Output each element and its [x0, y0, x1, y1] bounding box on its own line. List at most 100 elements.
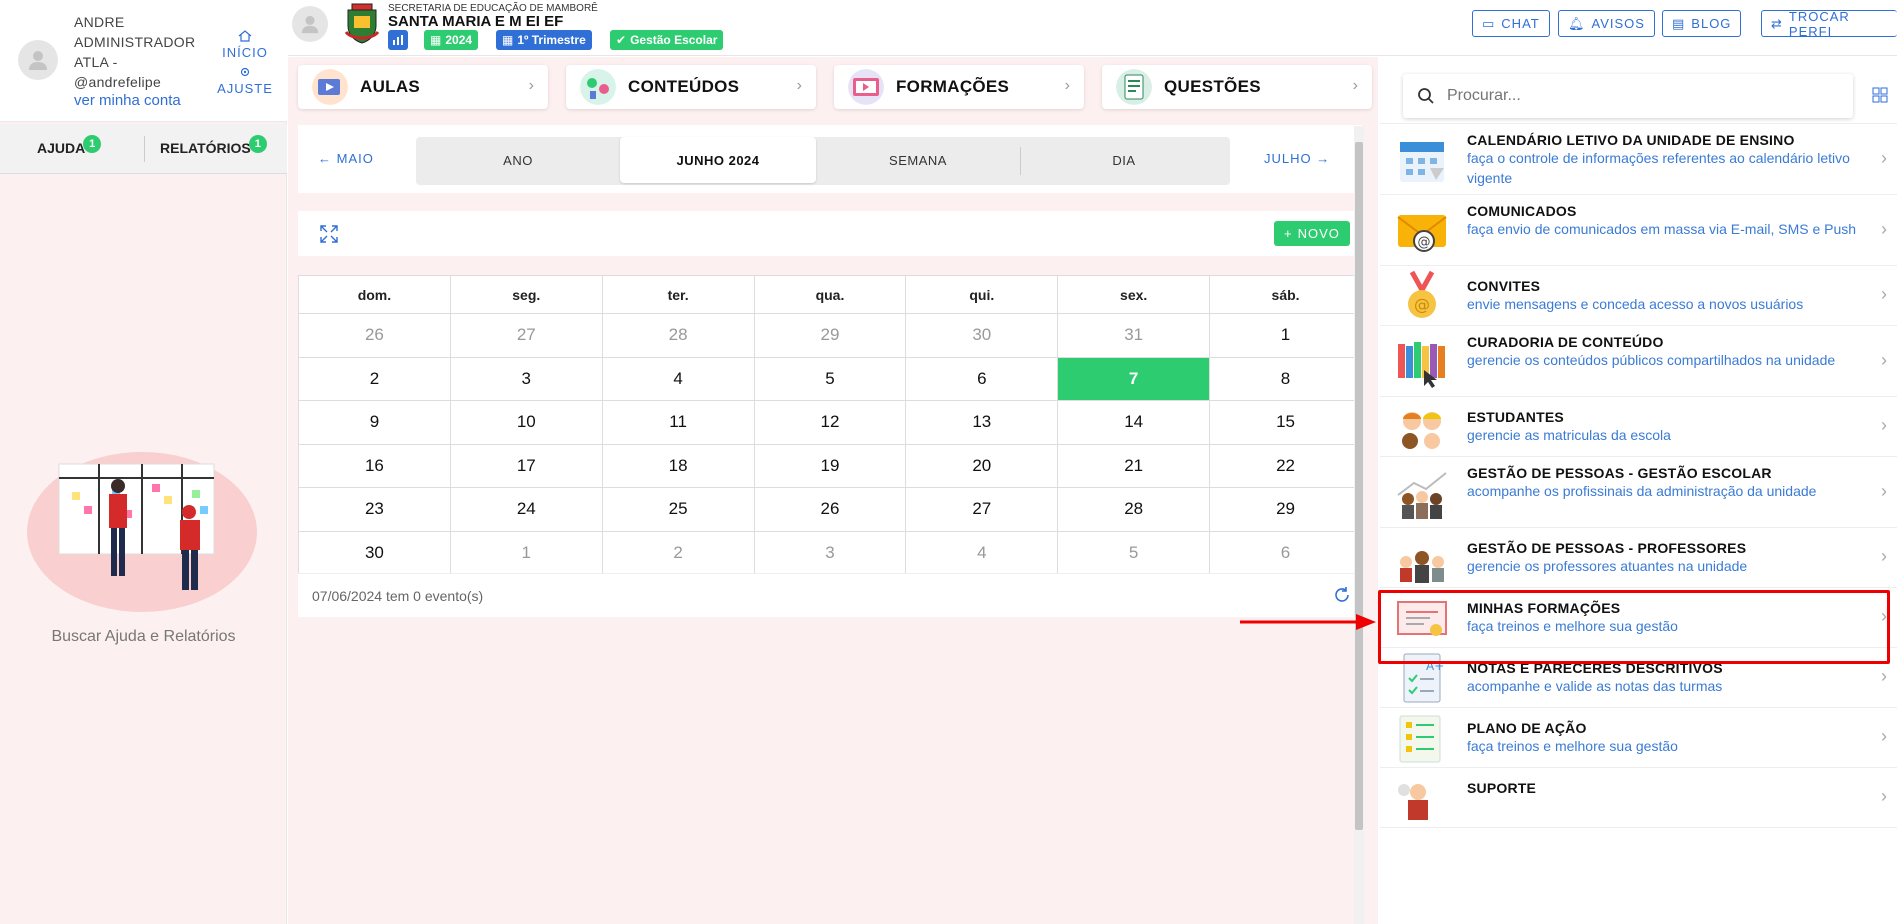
calendar-day[interactable]: 25	[601, 487, 755, 532]
expand-icon[interactable]	[320, 225, 338, 243]
account-link[interactable]: ver minha conta	[74, 92, 181, 109]
calendar-day[interactable]: 27	[905, 487, 1059, 532]
grid-view-icon[interactable]	[1872, 87, 1888, 103]
chevron-right-icon: ›	[1881, 666, 1887, 686]
calendar-day[interactable]: 2	[601, 530, 755, 575]
module-item[interactable]: CURADORIA DE CONTEÚDO gerencie os conteúd…	[1380, 326, 1897, 397]
calendar-day[interactable]: 26	[298, 313, 451, 358]
calendar-day[interactable]: 9	[298, 400, 451, 445]
home-button[interactable]: INÍCIO	[214, 30, 276, 60]
calendar-day[interactable]: 5	[753, 356, 907, 401]
calendar-day[interactable]: 27	[449, 313, 603, 358]
calendar-day[interactable]: 18	[601, 443, 755, 488]
calendar-day[interactable]: 8	[1209, 356, 1362, 401]
module-item[interactable]: @ CONVITES envie mensagens e conceda acess…	[1380, 266, 1897, 326]
school-avatar[interactable]	[292, 6, 328, 42]
chevron-right-icon: ›	[1881, 480, 1887, 501]
calendar-day[interactable]: 15	[1209, 400, 1362, 445]
calendar-day[interactable]: 11	[601, 400, 755, 445]
calendar-day[interactable]: 1	[1209, 313, 1362, 358]
calendar-day[interactable]: 12	[753, 400, 907, 445]
module-item[interactable]: PLANO DE AÇÃO faça treinos e melhore sua …	[1380, 708, 1897, 768]
calendar-day[interactable]: 10	[449, 400, 603, 445]
notices-button[interactable]: 🔔︎ AVISOS	[1558, 10, 1655, 37]
prev-month-button[interactable]: ← MAIO	[318, 151, 374, 166]
year-tag[interactable]: ▦ 2024	[424, 30, 479, 50]
module-item[interactable]: CALENDÁRIO LETIVO DA UNIDADE DE ENSINO fa…	[1380, 124, 1897, 195]
calendar-day[interactable]: 31	[1057, 313, 1211, 358]
term-tag[interactable]: ▦ 1º Trimestre	[496, 30, 592, 50]
module-tag[interactable]: ✔ Gestão Escolar	[610, 30, 724, 50]
calendar-day[interactable]: 22	[1209, 443, 1362, 488]
calendar-day[interactable]: 19	[753, 443, 907, 488]
calendar-day[interactable]: 1	[449, 530, 603, 575]
help-reports-tabs: AJUDA 1 RELATÓRIOS 1	[0, 124, 287, 174]
settings-button[interactable]: AJUSTE	[214, 66, 276, 96]
search-input[interactable]	[1447, 82, 1837, 110]
blog-button[interactable]: ▤ BLOG	[1662, 10, 1742, 37]
user-name-line: ADMINISTRADOR	[74, 34, 196, 50]
category-label: QUESTÕES	[1164, 77, 1261, 96]
calendar-day[interactable]: 4	[905, 530, 1059, 575]
module-title: GESTÃO DE PESSOAS - PROFESSORES	[1467, 540, 1747, 556]
calendar-day[interactable]: 2	[298, 356, 451, 401]
calendar-day[interactable]: 24	[449, 487, 603, 532]
envelope-icon: @	[1397, 214, 1447, 252]
view-semana[interactable]: SEMANA	[820, 137, 1016, 183]
avatar[interactable]	[18, 40, 58, 80]
calendar-day-today[interactable]: 7	[1057, 356, 1211, 401]
calendar-day[interactable]: 17	[449, 443, 603, 488]
stats-tag[interactable]	[388, 30, 408, 50]
checklist-icon	[1399, 715, 1441, 763]
home-label: INÍCIO	[222, 45, 268, 60]
view-mes-active[interactable]: JUNHO 2024	[620, 137, 816, 183]
next-month-button[interactable]: JULHO →	[1264, 151, 1330, 166]
people-chart-icon	[1397, 471, 1447, 519]
category-aulas[interactable]: AULAS ›	[298, 65, 548, 109]
calendar-day[interactable]: 4	[601, 356, 755, 401]
calendar-day[interactable]: 14	[1057, 400, 1211, 445]
module-item[interactable]: ESTUDANTES gerencie as matriculas da esco…	[1380, 397, 1897, 457]
category-conteudos[interactable]: CONTEÚDOS ›	[566, 65, 816, 109]
category-formacoes[interactable]: FORMAÇÕES ›	[834, 65, 1084, 109]
chat-button[interactable]: ▭ CHAT	[1472, 10, 1550, 37]
view-dia[interactable]: DIA	[1022, 137, 1226, 183]
view-ano[interactable]: ANO	[420, 137, 616, 183]
calendar-day[interactable]: 3	[753, 530, 907, 575]
module-item[interactable]: GESTÃO DE PESSOAS - PROFESSORES gerencie …	[1380, 528, 1897, 588]
svg-text:@: @	[1418, 235, 1431, 250]
calendar-day[interactable]: 21	[1057, 443, 1211, 488]
tab-ajuda[interactable]: AJUDA 1	[37, 135, 102, 159]
scrollbar-thumb[interactable]	[1355, 142, 1363, 830]
calendar-day[interactable]: 16	[298, 443, 451, 488]
weekday-row: dom. seg. ter. qua. qui. sex. sáb.	[298, 275, 1362, 314]
calendar-day[interactable]: 29	[1209, 487, 1362, 532]
calendar-day[interactable]: 23	[298, 487, 451, 532]
switch-profile-button[interactable]: ⇄ TROCAR PERFI	[1761, 9, 1897, 39]
module-item[interactable]: SUPORTE ›	[1380, 768, 1897, 828]
calendar-day[interactable]: 13	[905, 400, 1059, 445]
year-label: 2024	[445, 33, 473, 47]
calendar-day[interactable]: 30	[298, 530, 451, 575]
module-item[interactable]: GESTÃO DE PESSOAS - GESTÃO ESCOLAR acompa…	[1380, 457, 1897, 528]
calendar-day[interactable]: 6	[1209, 530, 1362, 575]
category-questoes[interactable]: QUESTÕES ›	[1102, 65, 1372, 109]
calendar-day[interactable]: 30	[905, 313, 1059, 358]
calendar-day[interactable]: 26	[753, 487, 907, 532]
calendar-day[interactable]: 3	[449, 356, 603, 401]
calendar-day[interactable]: 28	[1057, 487, 1211, 532]
module-item[interactable]: @ COMUNICADOS faça envio de comunicados em…	[1380, 195, 1897, 266]
calendar-day[interactable]: 6	[905, 356, 1059, 401]
new-event-button[interactable]: + NOVO	[1274, 221, 1350, 246]
calendar-day[interactable]: 5	[1057, 530, 1211, 575]
calendar-day[interactable]: 28	[601, 313, 755, 358]
calendar-day[interactable]: 29	[753, 313, 907, 358]
school-name: SANTA MARIA E M EI EF	[388, 13, 564, 30]
refresh-icon[interactable]	[1332, 585, 1352, 605]
view-label: ANO	[503, 152, 533, 168]
user-icon	[301, 15, 319, 34]
user-name-line: ANDRE	[74, 14, 125, 30]
tab-relatorios[interactable]: RELATÓRIOS 1	[160, 135, 267, 159]
calendar-day[interactable]: 20	[905, 443, 1059, 488]
module-description: faça treinos e melhore sua gestão	[1467, 738, 1678, 754]
